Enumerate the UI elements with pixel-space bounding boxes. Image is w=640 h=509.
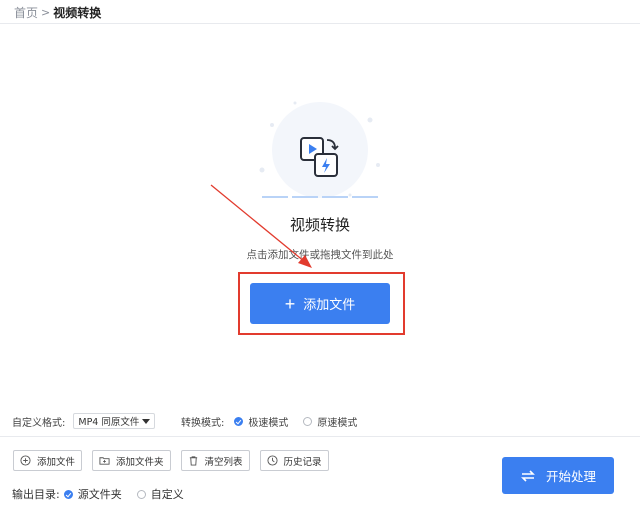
output-directory-label: 输出目录: [12,488,60,501]
mode-option-fast-label: 极速模式 [248,417,289,429]
breadcrumb-separator: > [41,5,51,19]
radio-unchecked-icon[interactable] [136,489,146,499]
drop-area-hint[interactable]: 点击添加文件或拖拽文件到此处 [0,247,640,262]
header-divider [0,23,640,24]
output-option-custom-label: 自定义 [150,488,184,501]
toolbar-add-file-label: 添加文件 [37,456,76,468]
bottom-toolbar: 添加文件 添加文件夹 清空列表 历史记录 [13,450,329,471]
start-processing-label: 开始处理 [545,470,596,484]
mode-option-original-label: 原速模式 [317,417,358,429]
convert-arrows-icon [521,469,535,482]
drop-area-title: 视频转换 [289,216,350,234]
toolbar-add-folder-button[interactable]: 添加文件夹 [92,450,171,471]
toolbar-clear-list-label: 清空列表 [204,456,243,468]
conversion-mode-row: 转换模式: 极速模式 原速模式 [181,413,372,429]
format-select-value: MP4 同原文件 [78,417,140,428]
radio-checked-icon[interactable] [234,416,244,426]
toolbar-divider [0,436,640,437]
radio-checked-icon[interactable] [63,489,73,499]
toolbar-add-file-button[interactable]: 添加文件 [13,450,83,471]
breadcrumb: 首页 > 视频转换 [14,3,101,21]
output-directory-row: 输出目录: 源文件夹 自定义 [12,486,199,502]
folder-plus-icon [99,457,110,465]
toolbar-add-folder-label: 添加文件夹 [116,456,164,468]
breadcrumb-current: 视频转换 [53,5,102,20]
output-option-custom[interactable]: 自定义 [136,486,184,502]
radio-unchecked-icon[interactable] [303,416,313,426]
plus-circle-icon [20,455,31,466]
decorative-underline [262,196,378,198]
output-option-source-folder-label: 源文件夹 [77,488,122,501]
breadcrumb-home[interactable]: 首页 [14,4,38,21]
mode-option-original[interactable]: 原速模式 [303,414,357,429]
add-file-button-label: 添加文件 [303,297,356,312]
toolbar-clear-list-button[interactable]: 清空列表 [180,450,250,471]
start-processing-button[interactable]: 开始处理 [502,457,614,494]
video-convert-icon[interactable] [299,136,341,178]
toolbar-history-button[interactable]: 历史记录 [259,450,329,471]
clock-icon [267,455,278,466]
output-option-source-folder[interactable]: 源文件夹 [63,486,122,502]
custom-format-label: 自定义格式: [12,417,66,429]
add-file-button[interactable]: + 添加文件 [250,283,390,324]
toolbar-history-label: 历史记录 [283,456,322,468]
trash-icon [189,456,197,466]
mode-option-fast[interactable]: 极速模式 [234,414,288,429]
chevron-down-icon [142,418,151,424]
plus-icon: + [284,293,296,314]
conversion-mode-label: 转换模式: [181,417,225,429]
format-select[interactable]: MP4 同原文件 [73,413,156,429]
custom-format-row: 自定义格式: MP4 同原文件 [12,413,156,429]
